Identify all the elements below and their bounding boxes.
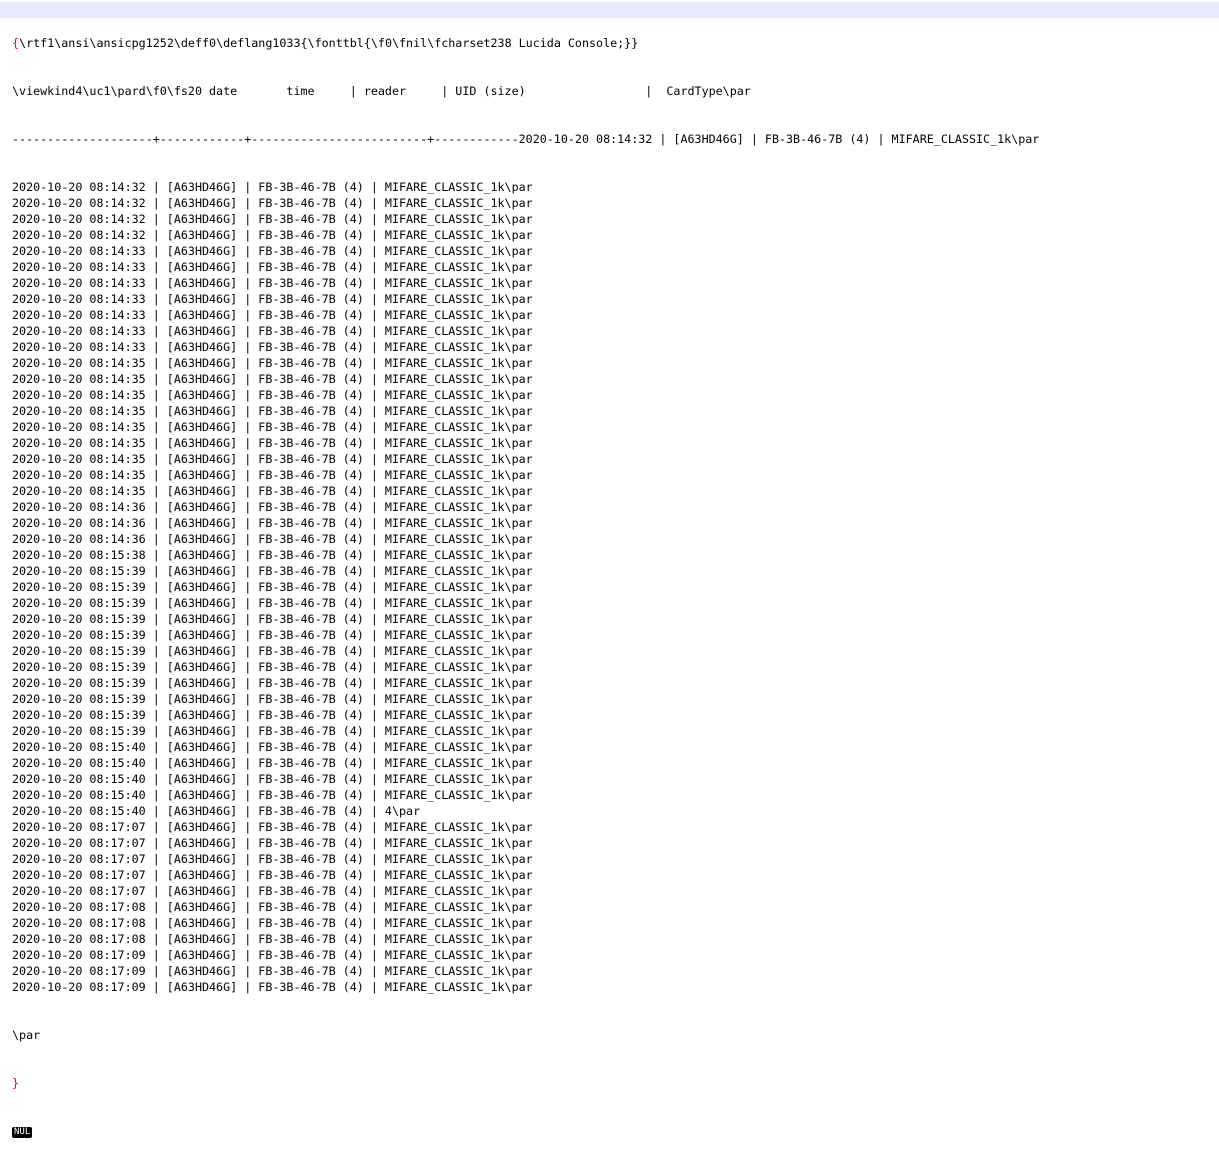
log-row: 2020-10-20 08:14:33 | [A63HD46G] | FB-3B… bbox=[12, 308, 533, 322]
log-row: 2020-10-20 08:14:35 | [A63HD46G] | FB-3B… bbox=[12, 436, 533, 450]
separator-line: --------------------+------------+------… bbox=[12, 132, 1040, 146]
log-row: 2020-10-20 08:17:07 | [A63HD46G] | FB-3B… bbox=[12, 884, 533, 898]
log-row: 2020-10-20 08:17:08 | [A63HD46G] | FB-3B… bbox=[12, 900, 533, 914]
log-row: 2020-10-20 08:17:08 | [A63HD46G] | FB-3B… bbox=[12, 916, 533, 930]
log-row: 2020-10-20 08:15:39 | [A63HD46G] | FB-3B… bbox=[12, 628, 533, 642]
log-row: 2020-10-20 08:14:36 | [A63HD46G] | FB-3B… bbox=[12, 532, 533, 546]
nul-line: NUL bbox=[12, 1123, 1039, 1139]
log-row: 2020-10-20 08:14:35 | [A63HD46G] | FB-3B… bbox=[12, 468, 533, 482]
log-row: 2020-10-20 08:14:32 | [A63HD46G] | FB-3B… bbox=[12, 180, 533, 194]
log-row: 2020-10-20 08:14:33 | [A63HD46G] | FB-3B… bbox=[12, 276, 533, 290]
text-editor-view[interactable]: {\rtf1\ansi\ansicpg1252\deff0\deflang103… bbox=[0, 0, 1219, 1138]
rtf-header-text: \rtf1\ansi\ansicpg1252\deff0\deflang1033… bbox=[19, 36, 639, 50]
log-row: 2020-10-20 08:14:35 | [A63HD46G] | FB-3B… bbox=[12, 388, 533, 402]
log-row: 2020-10-20 08:15:39 | [A63HD46G] | FB-3B… bbox=[12, 612, 533, 626]
log-row: 2020-10-20 08:15:40 | [A63HD46G] | FB-3B… bbox=[12, 804, 421, 818]
log-row: 2020-10-20 08:14:36 | [A63HD46G] | FB-3B… bbox=[12, 500, 533, 514]
log-row: 2020-10-20 08:15:40 | [A63HD46G] | FB-3B… bbox=[12, 756, 533, 770]
log-row: 2020-10-20 08:15:39 | [A63HD46G] | FB-3B… bbox=[12, 660, 533, 674]
text-content[interactable]: {\rtf1\ansi\ansicpg1252\deff0\deflang103… bbox=[12, 3, 1039, 1171]
log-row: 2020-10-20 08:14:35 | [A63HD46G] | FB-3B… bbox=[12, 404, 533, 418]
log-row: 2020-10-20 08:15:40 | [A63HD46G] | FB-3B… bbox=[12, 772, 533, 786]
log-row: 2020-10-20 08:14:33 | [A63HD46G] | FB-3B… bbox=[12, 340, 533, 354]
log-row: 2020-10-20 08:15:40 | [A63HD46G] | FB-3B… bbox=[12, 740, 533, 754]
log-row: 2020-10-20 08:17:09 | [A63HD46G] | FB-3B… bbox=[12, 948, 533, 962]
log-row: 2020-10-20 08:15:39 | [A63HD46G] | FB-3B… bbox=[12, 564, 533, 578]
log-row: 2020-10-20 08:14:35 | [A63HD46G] | FB-3B… bbox=[12, 484, 533, 498]
log-row: 2020-10-20 08:17:09 | [A63HD46G] | FB-3B… bbox=[12, 980, 533, 994]
log-row: 2020-10-20 08:14:32 | [A63HD46G] | FB-3B… bbox=[12, 212, 533, 226]
log-row: 2020-10-20 08:14:33 | [A63HD46G] | FB-3B… bbox=[12, 260, 533, 274]
log-row: 2020-10-20 08:15:40 | [A63HD46G] | FB-3B… bbox=[12, 788, 533, 802]
column-header-line: \viewkind4\uc1\pard\f0\fs20 date time | … bbox=[12, 84, 751, 98]
log-row: 2020-10-20 08:15:39 | [A63HD46G] | FB-3B… bbox=[12, 708, 533, 722]
log-rows: 2020-10-20 08:14:32 | [A63HD46G] | FB-3B… bbox=[12, 179, 1039, 995]
log-row: 2020-10-20 08:17:07 | [A63HD46G] | FB-3B… bbox=[12, 852, 533, 866]
brace-close: } bbox=[12, 1076, 20, 1090]
log-row: 2020-10-20 08:14:35 | [A63HD46G] | FB-3B… bbox=[12, 420, 533, 434]
log-row: 2020-10-20 08:15:39 | [A63HD46G] | FB-3B… bbox=[12, 676, 533, 690]
log-row: 2020-10-20 08:14:33 | [A63HD46G] | FB-3B… bbox=[12, 292, 533, 306]
log-row: 2020-10-20 08:14:36 | [A63HD46G] | FB-3B… bbox=[12, 516, 533, 530]
log-row: 2020-10-20 08:15:39 | [A63HD46G] | FB-3B… bbox=[12, 596, 533, 610]
log-row: 2020-10-20 08:17:07 | [A63HD46G] | FB-3B… bbox=[12, 820, 533, 834]
log-row: 2020-10-20 08:15:39 | [A63HD46G] | FB-3B… bbox=[12, 580, 533, 594]
log-row: 2020-10-20 08:14:32 | [A63HD46G] | FB-3B… bbox=[12, 196, 533, 210]
nul-badge: NUL bbox=[12, 1127, 33, 1138]
log-row: 2020-10-20 08:15:39 | [A63HD46G] | FB-3B… bbox=[12, 692, 533, 706]
log-row: 2020-10-20 08:14:35 | [A63HD46G] | FB-3B… bbox=[12, 372, 533, 386]
log-row: 2020-10-20 08:14:35 | [A63HD46G] | FB-3B… bbox=[12, 452, 533, 466]
log-row: 2020-10-20 08:14:33 | [A63HD46G] | FB-3B… bbox=[12, 244, 533, 258]
log-row: 2020-10-20 08:15:39 | [A63HD46G] | FB-3B… bbox=[12, 644, 533, 658]
log-row: 2020-10-20 08:14:35 | [A63HD46G] | FB-3B… bbox=[12, 356, 533, 370]
log-row: 2020-10-20 08:15:39 | [A63HD46G] | FB-3B… bbox=[12, 724, 533, 738]
log-row: 2020-10-20 08:17:09 | [A63HD46G] | FB-3B… bbox=[12, 964, 533, 978]
par-line: \par bbox=[12, 1028, 41, 1042]
log-row: 2020-10-20 08:17:07 | [A63HD46G] | FB-3B… bbox=[12, 836, 533, 850]
brace-open: { bbox=[12, 36, 20, 50]
log-row: 2020-10-20 08:17:08 | [A63HD46G] | FB-3B… bbox=[12, 932, 533, 946]
log-row: 2020-10-20 08:14:33 | [A63HD46G] | FB-3B… bbox=[12, 324, 533, 338]
log-row: 2020-10-20 08:14:32 | [A63HD46G] | FB-3B… bbox=[12, 228, 533, 242]
rtf-header-line: {\rtf1\ansi\ansicpg1252\deff0\deflang103… bbox=[12, 35, 1039, 51]
log-row: 2020-10-20 08:17:07 | [A63HD46G] | FB-3B… bbox=[12, 868, 533, 882]
log-row: 2020-10-20 08:15:38 | [A63HD46G] | FB-3B… bbox=[12, 548, 533, 562]
